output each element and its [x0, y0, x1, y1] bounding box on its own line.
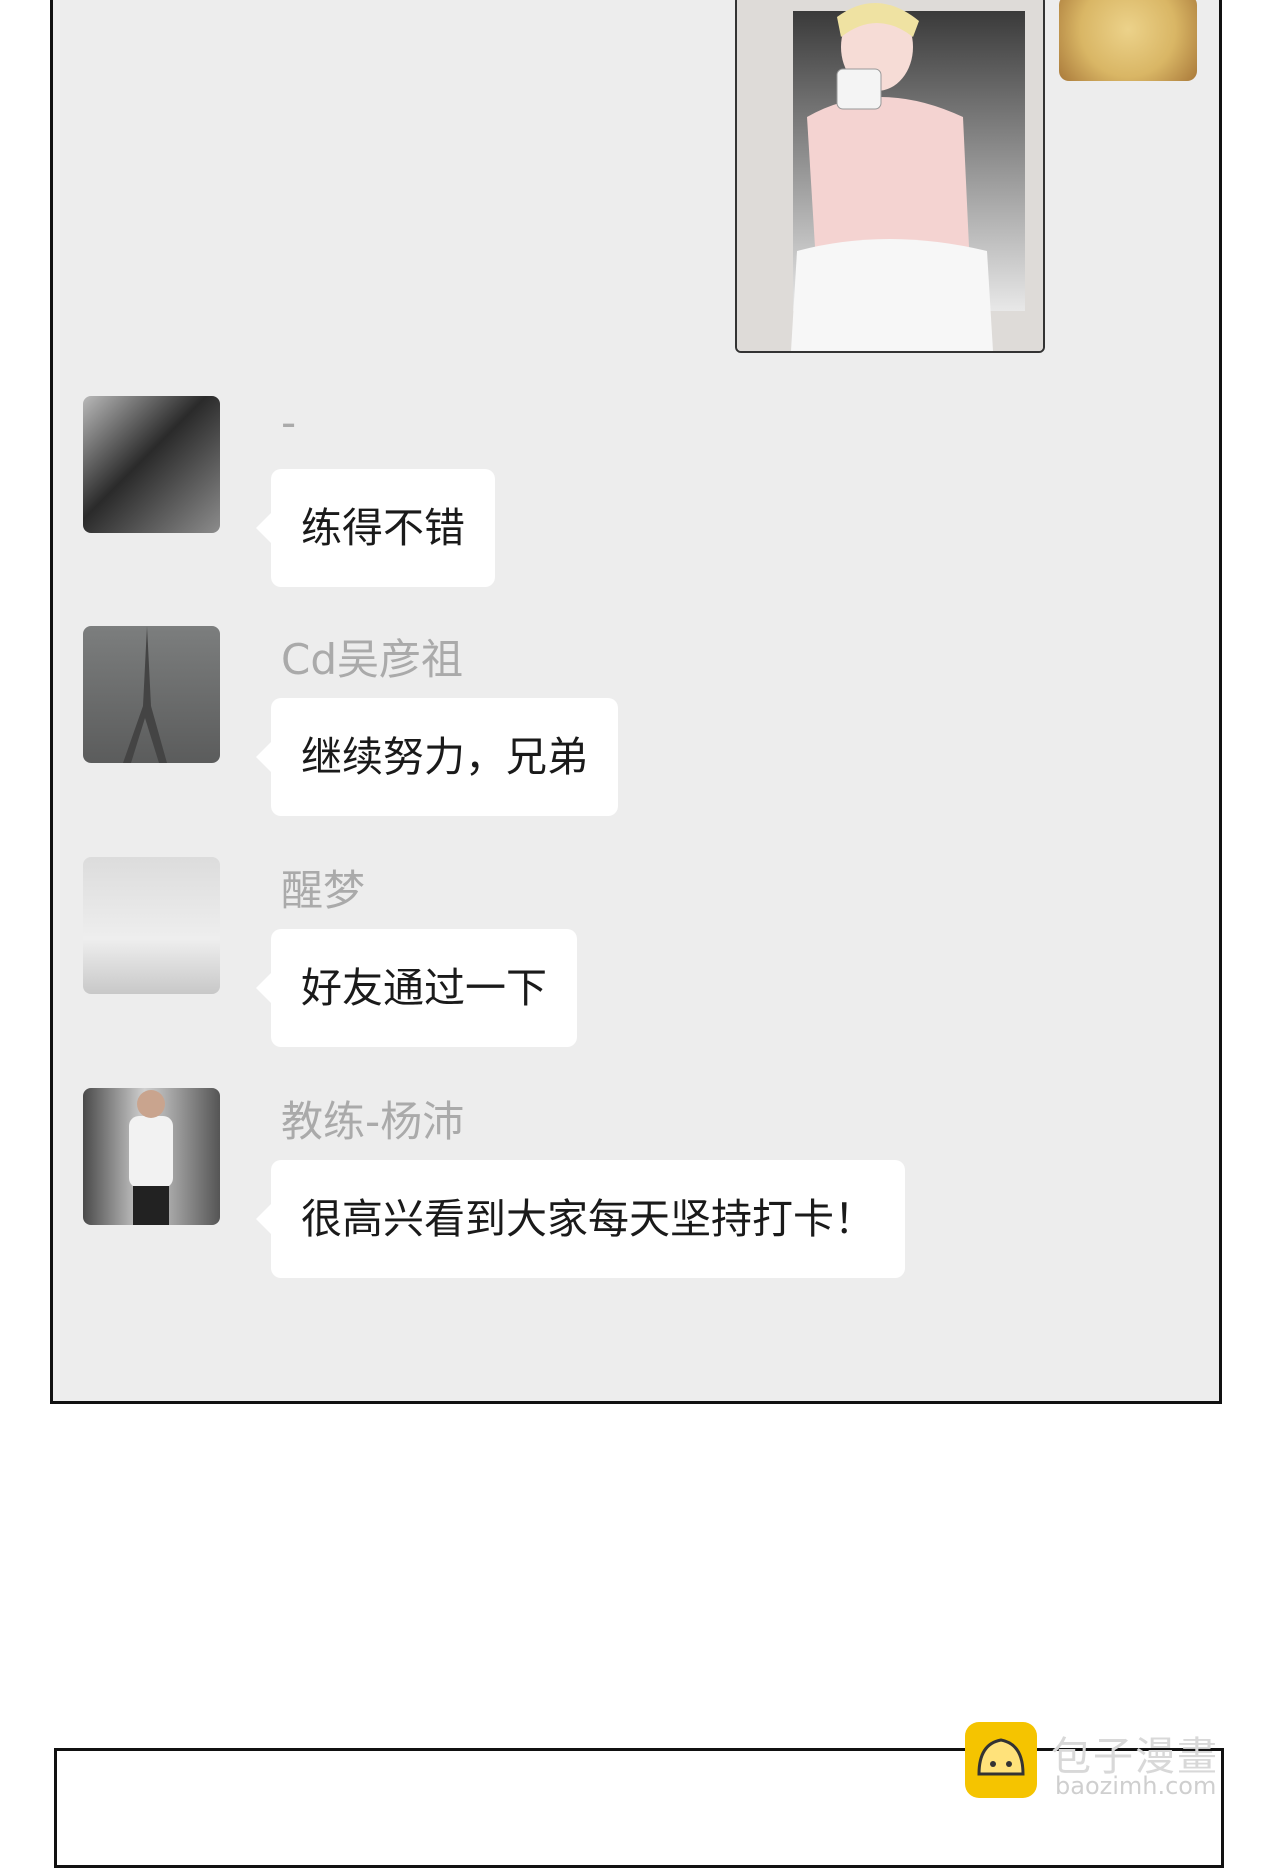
- sender-avatar-camera[interactable]: [83, 396, 220, 533]
- watermark-url: baozimh.com: [1055, 1772, 1217, 1800]
- food-photo-thumbnail[interactable]: [1059, 0, 1197, 81]
- sender-avatar-gym[interactable]: [83, 1088, 220, 1225]
- sender-name: 醒梦: [281, 866, 366, 915]
- message-bubble[interactable]: 练得不错: [256, 469, 495, 587]
- mirror-selfie-illustration: [737, 0, 1043, 351]
- bun-face-icon: [977, 1738, 1025, 1776]
- person-silhouette-icon: [129, 1090, 173, 1225]
- sender-name: 教练-杨沛: [281, 1097, 465, 1146]
- message-bubble[interactable]: 很高兴看到大家每天坚持打卡！: [256, 1160, 905, 1278]
- message-bubble[interactable]: 好友通过一下: [256, 929, 577, 1047]
- sender-avatar-bedroom[interactable]: [83, 857, 220, 994]
- shared-selfie-image[interactable]: [735, 0, 1045, 353]
- chat-panel: - 练得不错 Cd吴彦祖 继续努力，兄弟 醒梦 好友通过一下 教练-杨沛 很高兴…: [50, 0, 1222, 1404]
- site-watermark: 包子漫畫 baozimh.com: [965, 1722, 1265, 1802]
- tower-silhouette-icon: [123, 626, 167, 763]
- sender-avatar-tower[interactable]: [83, 626, 220, 763]
- sender-name: Cd吴彦祖: [281, 635, 463, 684]
- baozi-logo-icon: [965, 1722, 1037, 1798]
- sender-name: -: [281, 398, 297, 447]
- message-bubble[interactable]: 继续努力，兄弟: [256, 698, 618, 816]
